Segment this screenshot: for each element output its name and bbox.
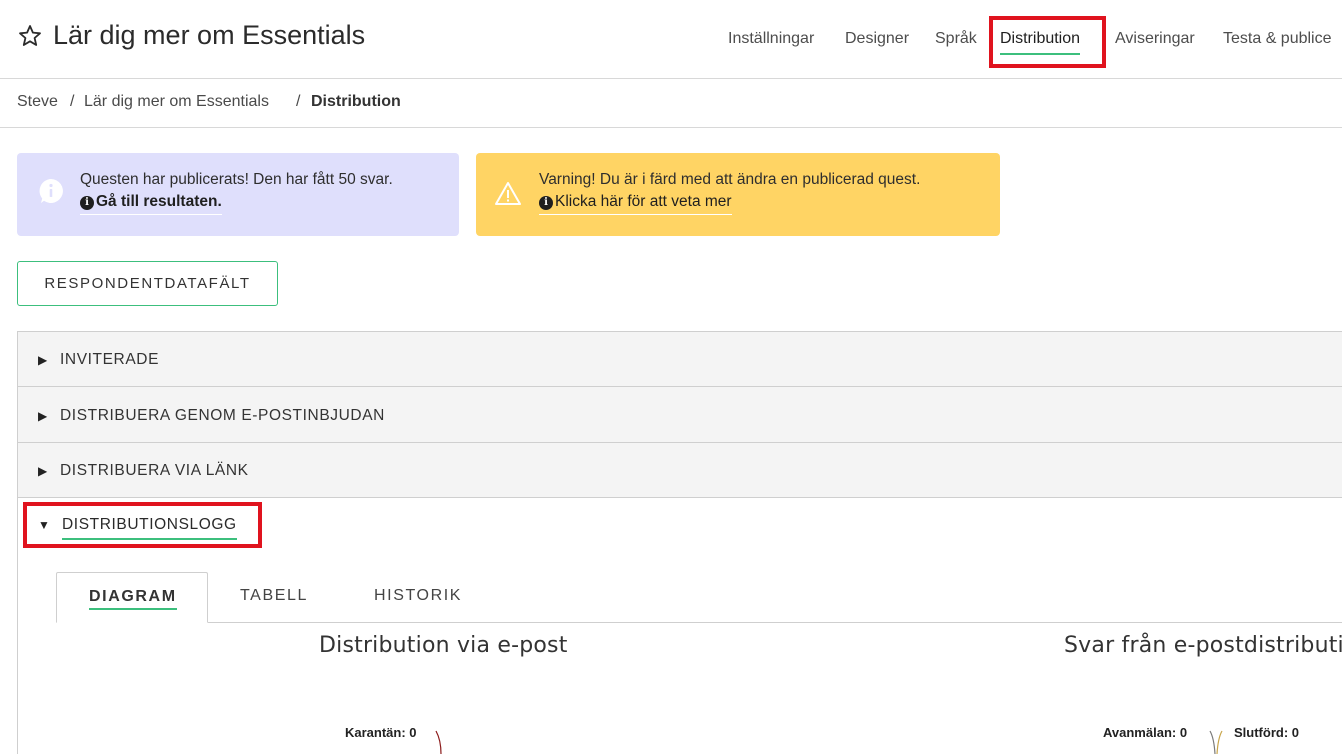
breadcrumb-steve[interactable]: Steve bbox=[17, 93, 58, 111]
chart-title-email-distribution: Distribution via e-post bbox=[319, 633, 568, 658]
highlight-box-distributionslogg bbox=[23, 502, 262, 548]
breadcrumb: Steve / Lär dig mer om Essentials / Dist… bbox=[0, 79, 1342, 128]
accordion-inviterade[interactable]: ▶ INVITERADE bbox=[17, 331, 1342, 387]
learn-more-link[interactable]: i Klicka här för att veta mer bbox=[539, 193, 732, 215]
nav-aviseringar[interactable]: Aviseringar bbox=[1115, 30, 1195, 48]
warning-triangle-icon bbox=[495, 182, 521, 205]
nav-designer[interactable]: Designer bbox=[845, 30, 909, 48]
caret-right-icon: ▶ bbox=[38, 353, 48, 367]
chart-label-slutford: Slutförd: 0 bbox=[1234, 725, 1299, 740]
nav-sprak[interactable]: Språk bbox=[935, 30, 977, 48]
breadcrumb-separator: / bbox=[296, 93, 301, 110]
chart-label-karantan: Karantän: 0 bbox=[345, 725, 417, 740]
breadcrumb-quest[interactable]: Lär dig mer om Essentials bbox=[84, 93, 269, 111]
respondent-data-fields-button[interactable]: RESPONDENTDATAFÄLT bbox=[17, 261, 278, 306]
info-circle-icon: i bbox=[539, 196, 553, 210]
chart-title-email-responses: Svar från e-postdistributio bbox=[1064, 633, 1342, 658]
accordion-label: INVITERADE bbox=[60, 351, 160, 368]
tab-label: HISTORIK bbox=[374, 587, 463, 604]
warning-alert: Varning! Du är i färd med att ändra en p… bbox=[476, 153, 1000, 236]
nav-installningar[interactable]: Inställningar bbox=[728, 30, 814, 48]
info-alert: Questen har publicerats! Den har fått 50… bbox=[17, 153, 459, 236]
chart-label-avanmalan: Avanmälan: 0 bbox=[1103, 725, 1188, 740]
breadcrumb-current: Distribution bbox=[311, 93, 401, 110]
breadcrumb-separator: / bbox=[70, 93, 75, 110]
info-bubble-icon bbox=[39, 179, 63, 203]
nav-testa-publicera[interactable]: Testa & publice bbox=[1223, 30, 1332, 48]
info-circle-icon: i bbox=[80, 196, 94, 210]
learn-more-link-label: Klicka här för att veta mer bbox=[555, 193, 732, 210]
caret-right-icon: ▶ bbox=[38, 409, 48, 423]
info-alert-message: Questen har publicerats! Den har fått 50… bbox=[80, 171, 393, 188]
accordion-label: DISTRIBUERA GENOM E-POSTINBJUDAN bbox=[60, 407, 385, 424]
tab-label: TABELL bbox=[240, 587, 308, 604]
tab-diagram[interactable]: DIAGRAM bbox=[56, 572, 208, 623]
accordion-email-invitation[interactable]: ▶ DISTRIBUERA GENOM E-POSTINBJUDAN bbox=[17, 386, 1342, 442]
tabs-divider bbox=[56, 622, 1342, 623]
results-link-label: Gå till resultaten. bbox=[96, 193, 222, 210]
accordion-link-distribution[interactable]: ▶ DISTRIBUERA VIA LÄNK bbox=[17, 442, 1342, 498]
warning-alert-message: Varning! Du är i färd med att ändra en p… bbox=[539, 171, 921, 188]
highlight-box-distribution bbox=[989, 16, 1106, 68]
page-header: Lär dig mer om Essentials Inställningar … bbox=[0, 0, 1342, 79]
star-outline-icon[interactable] bbox=[18, 24, 42, 48]
caret-right-icon: ▶ bbox=[38, 464, 48, 478]
tab-label: DIAGRAM bbox=[89, 588, 177, 610]
results-link[interactable]: i Gå till resultaten. bbox=[80, 193, 222, 215]
page-title: Lär dig mer om Essentials bbox=[53, 20, 366, 50]
accordion-label: DISTRIBUERA VIA LÄNK bbox=[60, 462, 249, 479]
